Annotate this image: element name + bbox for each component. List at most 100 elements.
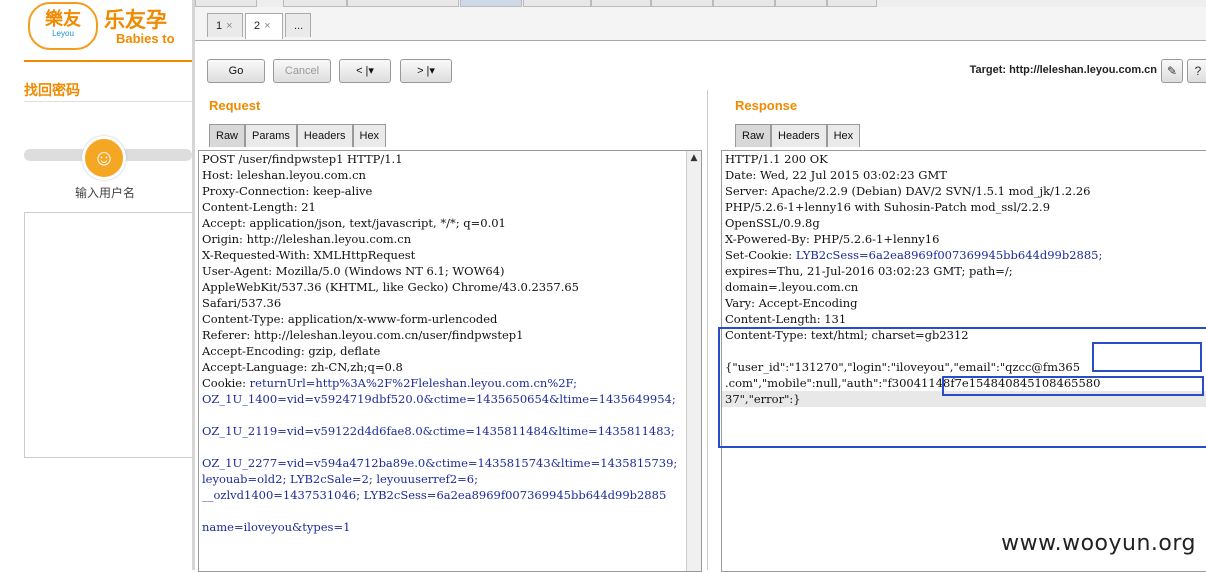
line-key: Vary: Accept-Encoding [725,296,858,310]
line-key: PHP/5.2.6-1+lenny16 with Suhosin-Patch m… [725,200,1051,214]
forward-button[interactable]: > |▾ [400,59,452,83]
scroll-up-icon[interactable]: ▲ [687,151,701,165]
editor-line: Server: Apache/2.2.9 (Debian) DAV/2 SVN/… [722,183,1206,199]
burp-repeater-window: 1 × 2 × ... Go Cancel < |▾ > |▾ Target: ht… [192,0,1206,572]
request-tab-params[interactable]: Params [245,124,297,147]
back-button[interactable]: < |▾ [339,59,391,83]
top-tab-strip [195,0,1206,7]
response-tabs: Raw Headers Hex [735,124,861,148]
editor-line: OpenSSL/0.9.8g [722,215,1206,231]
go-button[interactable]: Go [207,59,265,83]
line-key: Host: leleshan.leyou.com.cn [202,168,366,182]
line-key: User-Agent: Mozilla/5.0 (Windows NT 6.1;… [202,264,505,278]
editor-line: OZ_1U_1400=vid=v5924719dbf520.0&ctime=14… [199,391,701,407]
line-key: OpenSSL/0.9.8g [725,216,820,230]
editor-line: User-Agent: Mozilla/5.0 (Windows NT 6.1;… [199,263,701,279]
editor-line: Accept-Language: zh-CN,zh;q=0.8 [199,359,701,375]
editor-line: name=iloveyou&types=1 [199,519,701,535]
target-label: Target: http://leleshan.leyou.com.cn [969,64,1157,76]
line-key: Accept-Language: zh-CN,zh;q=0.8 [202,360,403,374]
request-tab-headers[interactable]: Headers [296,124,353,147]
logo-badge-sub: Leyou [52,29,74,38]
repeater-tab-1[interactable]: 1 × [207,13,243,37]
email-highlight [1092,342,1202,372]
line-value: returnUrl=http%3A%2F%2Fleleshan.leyou.co… [249,376,578,390]
logo-subtitle: Babies to [116,31,175,46]
repeater-tab-bar: 1 × 2 × ... [195,7,1206,41]
editor-line: Accept-Encoding: gzip, deflate [199,343,701,359]
top-tab[interactable] [523,0,591,7]
request-tab-raw[interactable]: Raw [209,124,246,147]
line-value: OZ_1U_1400=vid=v5924719dbf520.0&ctime=14… [202,392,676,406]
editor-line: HTTP/1.1 200 OK [722,151,1206,167]
top-tab[interactable] [775,0,827,7]
line-key: Origin: http://leleshan.leyou.com.cn [202,232,412,246]
edit-target-icon[interactable]: ✎ [1161,59,1183,83]
editor-line: Date: Wed, 22 Jul 2015 03:02:23 GMT [722,167,1206,183]
line-key: Date: Wed, 22 Jul 2015 03:02:23 GMT [725,168,947,182]
step-label: 输入用户名 [74,186,135,200]
logo-title: 乐友孕 [104,8,167,32]
close-icon[interactable]: × [264,20,270,32]
line-key: Set-Cookie: [725,248,796,262]
request-tab-hex[interactable]: Hex [352,124,387,147]
editor-line: __ozlvd1400=1437531046; LYB2cSess=6a2ea8… [199,487,701,503]
editor-line: X-Requested-With: XMLHttpRequest [199,247,701,263]
divider [24,101,192,102]
line-key: domain=.leyou.com.cn [725,280,859,294]
editor-line: Cookie: returnUrl=http%3A%2F%2Fleleshan.… [199,375,701,391]
line-key: Cookie: [202,376,250,390]
response-title: Response [735,98,798,113]
request-title: Request [209,98,261,113]
editor-line: Set-Cookie: LYB2cSess=6a2ea8969f00736994… [722,247,1206,263]
line-key: Accept-Encoding: gzip, deflate [202,344,381,358]
line-value: OZ_1U_2277=vid=v594a4712ba89e.0&ctime=14… [202,456,678,470]
website-panel: 樂友 Leyou 乐友孕 Babies to 找回密码 ☺ 输入用户名 [0,0,193,570]
pane-divider[interactable] [707,90,708,570]
top-tab[interactable] [591,0,651,7]
help-icon[interactable]: ? [1187,59,1206,83]
line-key: HTTP/1.1 200 OK [725,152,828,166]
editor-line: AppleWebKit/537.36 (KHTML, like Gecko) C… [199,279,701,295]
line-key: AppleWebKit/537.36 (KHTML, like Gecko) C… [202,280,580,294]
editor-line: Content-Length: 131 [722,311,1206,327]
line-value: OZ_1U_2119=vid=v59122d4d6fae8.0&ctime=14… [202,424,675,438]
editor-line: Safari/537.36 [199,295,701,311]
line-key: Server: Apache/2.2.9 (Debian) DAV/2 SVN/… [725,184,1091,198]
line-key: Content-Length: 131 [725,312,847,326]
request-tabs: Raw Params Headers Hex [209,124,387,148]
tab-label: 1 [216,20,223,32]
response-tab-headers[interactable]: Headers [771,124,827,147]
top-tab[interactable] [195,0,257,7]
smiley-icon: ☺ [82,136,126,180]
editor-line: domain=.leyou.com.cn [722,279,1206,295]
line-key: Content-Type: application/x-www-form-url… [202,312,498,326]
cancel-button[interactable]: Cancel [273,59,331,83]
leyou-logo-badge[interactable]: 樂友 Leyou [28,2,98,50]
top-tab-active[interactable] [460,0,522,7]
new-tab-button[interactable]: ... [285,13,311,37]
top-tab[interactable] [827,0,877,7]
line-key: POST /user/findpwstep1 HTTP/1.1 [202,152,403,166]
line-key: Content-Length: 21 [202,200,316,214]
editor-line: leyouab=old2; LYB2cSale=2; leyouuserref2… [199,471,701,487]
find-password-title: 找回密码 [24,83,80,99]
response-tab-raw[interactable]: Raw [735,124,772,147]
request-editor[interactable]: ▲ POST /user/findpwstep1 HTTP/1.1 Host: l… [198,150,702,572]
request-scrollbar[interactable]: ▲ [686,151,701,571]
top-tab[interactable] [651,0,713,7]
repeater-tab-2[interactable]: 2 × [245,13,283,39]
top-tab[interactable] [283,0,347,7]
close-icon[interactable]: × [226,20,232,32]
response-tab-hex[interactable]: Hex [826,124,861,147]
editor-line: Origin: http://leleshan.leyou.com.cn [199,231,701,247]
top-tab[interactable] [347,0,459,7]
editor-line: Proxy-Connection: keep-alive [199,183,701,199]
line-value: name=iloveyou&types=1 [202,520,351,534]
line-value: LYB2cSess=6a2ea8969f007369945bb644d99b28… [795,248,1103,262]
top-tab[interactable] [713,0,775,7]
line-key: Referer: http://leleshan.leyou.com.cn/us… [202,328,524,342]
